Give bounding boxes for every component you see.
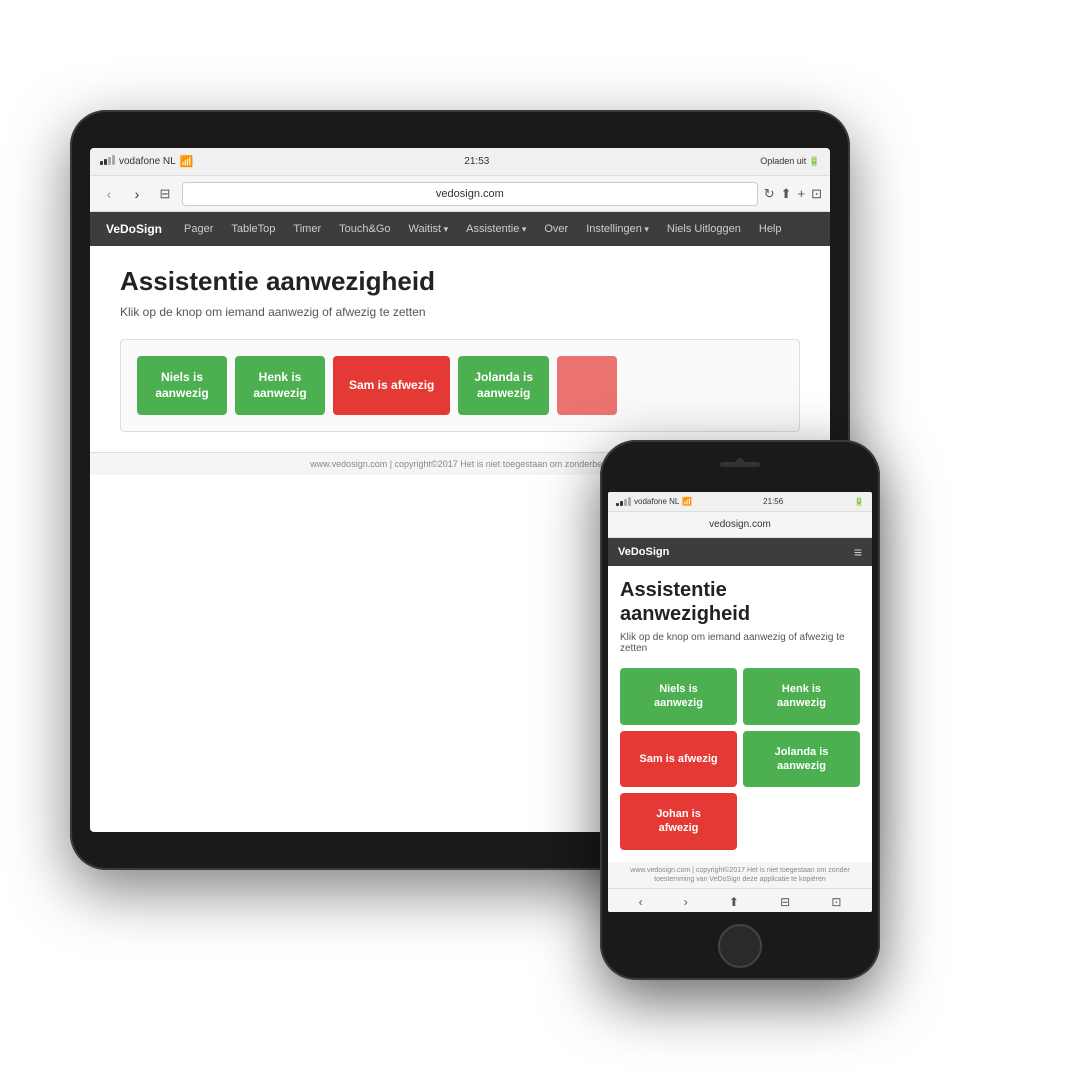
tablet-navbar: VeDoSign Pager TableTop Timer Touch&Go W… xyxy=(90,212,830,246)
nav-item-pager[interactable]: Pager xyxy=(176,219,221,239)
phone-nav-brand: VeDoSign xyxy=(618,546,669,558)
phone-url-text: vedosign.com xyxy=(709,519,771,530)
nav-item-logout[interactable]: Niels Uitloggen xyxy=(659,219,749,239)
phone-bottombar: ‹ › ⬆ ⊟ ⊡ xyxy=(608,888,872,912)
phone-bookmarks-button[interactable]: ⊟ xyxy=(780,895,790,909)
nav-item-timer[interactable]: Timer xyxy=(285,219,329,239)
phone-share-button[interactable]: ⬆ xyxy=(729,895,739,909)
phone-wifi-icon: 📶 xyxy=(682,497,692,506)
phone-home-button[interactable] xyxy=(718,924,762,968)
tablet-carrier: vodafone NL xyxy=(119,156,176,167)
nav-item-tabletop[interactable]: TableTop xyxy=(223,219,283,239)
phone-status-left: vodafone NL 📶 xyxy=(616,497,692,506)
phone-footer: www.vedosign.com | copyright©2017 Het is… xyxy=(608,862,872,888)
phone-statusbar: vodafone NL 📶 21:56 🔋 xyxy=(608,492,872,512)
new-tab-button[interactable]: + xyxy=(798,186,806,201)
bookmarks-button[interactable]: ⊟ xyxy=(154,183,176,205)
tablet-wifi-icon: 📶 xyxy=(180,155,194,168)
nav-item-waitist[interactable]: Waitist xyxy=(401,219,457,239)
phone-time: 21:56 xyxy=(763,497,783,506)
phone-screen: vodafone NL 📶 21:56 🔋 vedosign.com VeDoS… xyxy=(608,492,872,912)
phone-navbar: VeDoSign ≡ xyxy=(608,538,872,566)
reload-button[interactable]: ↻ xyxy=(764,186,775,202)
nav-item-over[interactable]: Over xyxy=(536,219,576,239)
henk-present-button[interactable]: Henk isaanwezig xyxy=(235,356,325,415)
phone-forward-button[interactable]: › xyxy=(684,895,688,909)
jolanda-present-button[interactable]: Jolanda isaanwezig xyxy=(458,356,549,415)
share-button[interactable]: ⬆ xyxy=(781,186,792,202)
nav-item-assistentie[interactable]: Assistentie xyxy=(458,219,534,239)
url-bar[interactable]: vedosign.com xyxy=(182,182,758,206)
phone-jolanda-button[interactable]: Jolanda is aanwezig xyxy=(743,731,860,788)
tablet-statusbar: vodafone NL 📶 21:53 Opladen uit 🔋 xyxy=(90,148,830,176)
niels-present-button[interactable]: Niels isaanwezig xyxy=(137,356,227,415)
browser-actions: ↻ ⬆ + ⊡ xyxy=(764,186,822,202)
back-button[interactable]: ‹ xyxy=(98,183,120,205)
page-title: Assistentie aanwezigheid xyxy=(120,266,800,297)
phone-henk-button[interactable]: Henk isaanwezig xyxy=(743,668,860,725)
phone-page-subtitle: Klik op de knop om iemand aanwezig of af… xyxy=(620,632,860,654)
phone-speaker xyxy=(720,462,760,467)
extra-absent-button[interactable] xyxy=(557,356,617,415)
phone-sam-button[interactable]: Sam is afwezig xyxy=(620,731,737,788)
phone-content: Assistentie aanwezigheid Klik op de knop… xyxy=(608,566,872,862)
tablet-browserbar: ‹ › ⊟ vedosign.com ↻ ⬆ + ⊡ xyxy=(90,176,830,212)
phone-tabs-button[interactable]: ⊡ xyxy=(831,895,841,909)
tabs-button[interactable]: ⊡ xyxy=(811,186,822,202)
phone-battery-icon: 🔋 xyxy=(854,497,864,506)
phone-device: vodafone NL 📶 21:56 🔋 vedosign.com VeDoS… xyxy=(600,440,880,980)
signal-dots xyxy=(100,155,115,168)
phone-signal xyxy=(616,497,631,506)
tablet-charge: Opladen uit 🔋 xyxy=(760,156,820,167)
tablet-status-left: vodafone NL 📶 xyxy=(100,155,193,168)
tablet-content: Assistentie aanwezigheid Klik op de knop… xyxy=(90,246,830,452)
phone-urlbar[interactable]: vedosign.com xyxy=(608,512,872,538)
scene: vodafone NL 📶 21:53 Opladen uit 🔋 ‹ › ⊟ … xyxy=(0,0,1075,1075)
tablet-time: 21:53 xyxy=(464,156,489,167)
phone-presence-grid: Niels isaanwezig Henk isaanwezig Sam is … xyxy=(620,668,860,850)
phone-johan-button[interactable]: Johan isafwezig xyxy=(620,793,737,850)
phone-menu-icon[interactable]: ≡ xyxy=(854,544,862,560)
phone-niels-button[interactable]: Niels isaanwezig xyxy=(620,668,737,725)
sam-absent-button[interactable]: Sam is afwezig xyxy=(333,356,450,415)
phone-back-button[interactable]: ‹ xyxy=(639,895,643,909)
page-subtitle: Klik op de knop om iemand aanwezig of af… xyxy=(120,305,800,319)
phone-page-title: Assistentie aanwezigheid xyxy=(620,578,860,626)
nav-item-instellingen[interactable]: Instellingen xyxy=(578,219,657,239)
nav-item-touchgo[interactable]: Touch&Go xyxy=(331,219,398,239)
nav-item-help[interactable]: Help xyxy=(751,219,790,239)
presence-buttons-row: Niels isaanwezig Henk isaanwezig Sam is … xyxy=(137,356,783,415)
nav-brand: VeDoSign xyxy=(98,222,170,236)
phone-carrier: vodafone NL xyxy=(634,497,679,506)
forward-button[interactable]: › xyxy=(126,183,148,205)
url-text: vedosign.com xyxy=(436,188,504,200)
battery-icon: 🔋 xyxy=(809,156,820,166)
presence-card: Niels isaanwezig Henk isaanwezig Sam is … xyxy=(120,339,800,432)
